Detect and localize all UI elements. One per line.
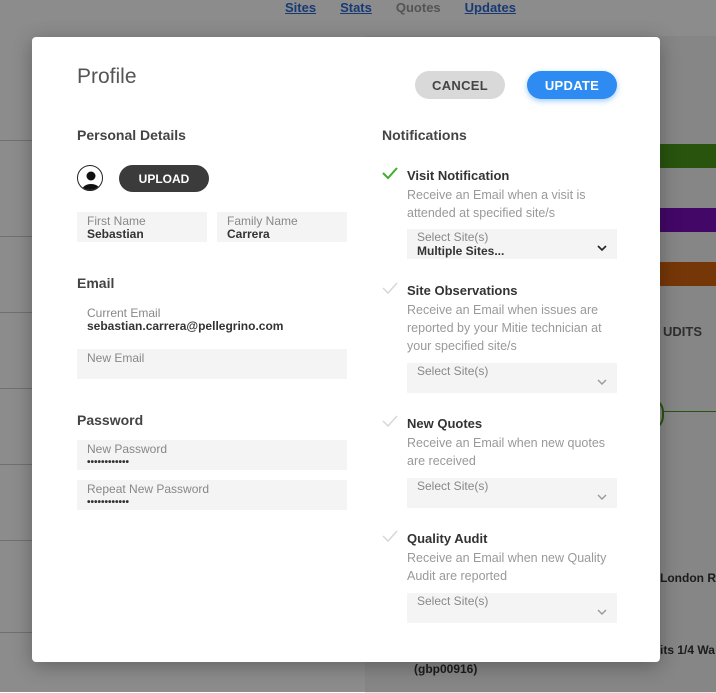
chevron-down-icon xyxy=(597,379,607,385)
chevron-down-icon xyxy=(597,609,607,615)
notifications-heading: Notifications xyxy=(382,127,467,143)
upload-button[interactable]: UPLOAD xyxy=(119,165,209,192)
quality-audit-title: Quality Audit xyxy=(407,531,488,546)
first-name-field[interactable]: First Name Sebastian xyxy=(77,212,207,242)
family-name-field[interactable]: Family Name Carrera xyxy=(217,212,347,242)
visit-notification-site-select[interactable]: Select Site(s) Multiple Sites... xyxy=(407,229,617,259)
current-email-label: Current Email xyxy=(87,306,161,320)
select-label: Select Site(s) xyxy=(417,230,489,244)
site-observations-title: Site Observations xyxy=(407,283,518,298)
email-heading: Email xyxy=(77,275,115,291)
update-button[interactable]: UPDATE xyxy=(527,71,617,99)
chevron-down-icon xyxy=(597,494,607,500)
first-name-label: First Name xyxy=(87,214,146,228)
user-icon xyxy=(82,171,100,190)
new-quotes-title: New Quotes xyxy=(407,416,483,431)
quality-audit-site-select[interactable]: Select Site(s) xyxy=(407,593,617,623)
profile-modal: Profile CANCEL UPDATE Personal Details U… xyxy=(32,37,660,662)
select-label: Select Site(s) xyxy=(417,479,489,493)
cancel-button[interactable]: CANCEL xyxy=(415,71,505,99)
family-name-label: Family Name xyxy=(227,214,298,228)
checkmark-icon[interactable] xyxy=(381,166,399,180)
repeat-password-input[interactable]: Repeat New Password •••••••••••• xyxy=(77,480,347,510)
modal-title: Profile xyxy=(77,65,137,88)
select-label: Select Site(s) xyxy=(417,364,489,378)
visit-notification-title: Visit Notification xyxy=(407,168,510,183)
current-email-field: Current Email sebastian.carrera@pellegri… xyxy=(77,304,347,338)
checkmark-icon[interactable] xyxy=(381,529,399,543)
quality-audit-description: Receive an Email when new Quality Audit … xyxy=(407,551,607,583)
new-password-input[interactable]: New Password •••••••••••• xyxy=(77,440,347,470)
new-password-value: •••••••••••• xyxy=(87,457,130,468)
new-email-input[interactable]: New Email xyxy=(77,349,347,379)
site-observations-site-select[interactable]: Select Site(s) xyxy=(407,363,617,393)
repeat-password-value: •••••••••••• xyxy=(87,497,130,508)
site-observations-description: Receive an Email when issues are reporte… xyxy=(407,303,602,353)
visit-notification-description: Receive an Email when a visit is attende… xyxy=(407,188,586,220)
new-password-label: New Password xyxy=(87,442,168,456)
new-quotes-site-select[interactable]: Select Site(s) xyxy=(407,478,617,508)
new-email-placeholder: New Email xyxy=(87,351,145,365)
select-label: Select Site(s) xyxy=(417,594,489,608)
family-name-value: Carrera xyxy=(227,227,270,241)
checkmark-icon[interactable] xyxy=(381,414,399,428)
chevron-down-icon xyxy=(597,245,607,252)
first-name-value: Sebastian xyxy=(87,227,144,241)
personal-details-heading: Personal Details xyxy=(77,127,186,143)
password-heading: Password xyxy=(77,412,144,428)
current-email-value: sebastian.carrera@pellegrino.com xyxy=(87,319,284,333)
checkmark-icon[interactable] xyxy=(381,281,399,295)
repeat-password-label: Repeat New Password xyxy=(87,482,210,496)
avatar[interactable] xyxy=(77,165,103,191)
new-quotes-description: Receive an Email when new quotes are rec… xyxy=(407,436,606,468)
select-value: Multiple Sites... xyxy=(417,244,505,258)
